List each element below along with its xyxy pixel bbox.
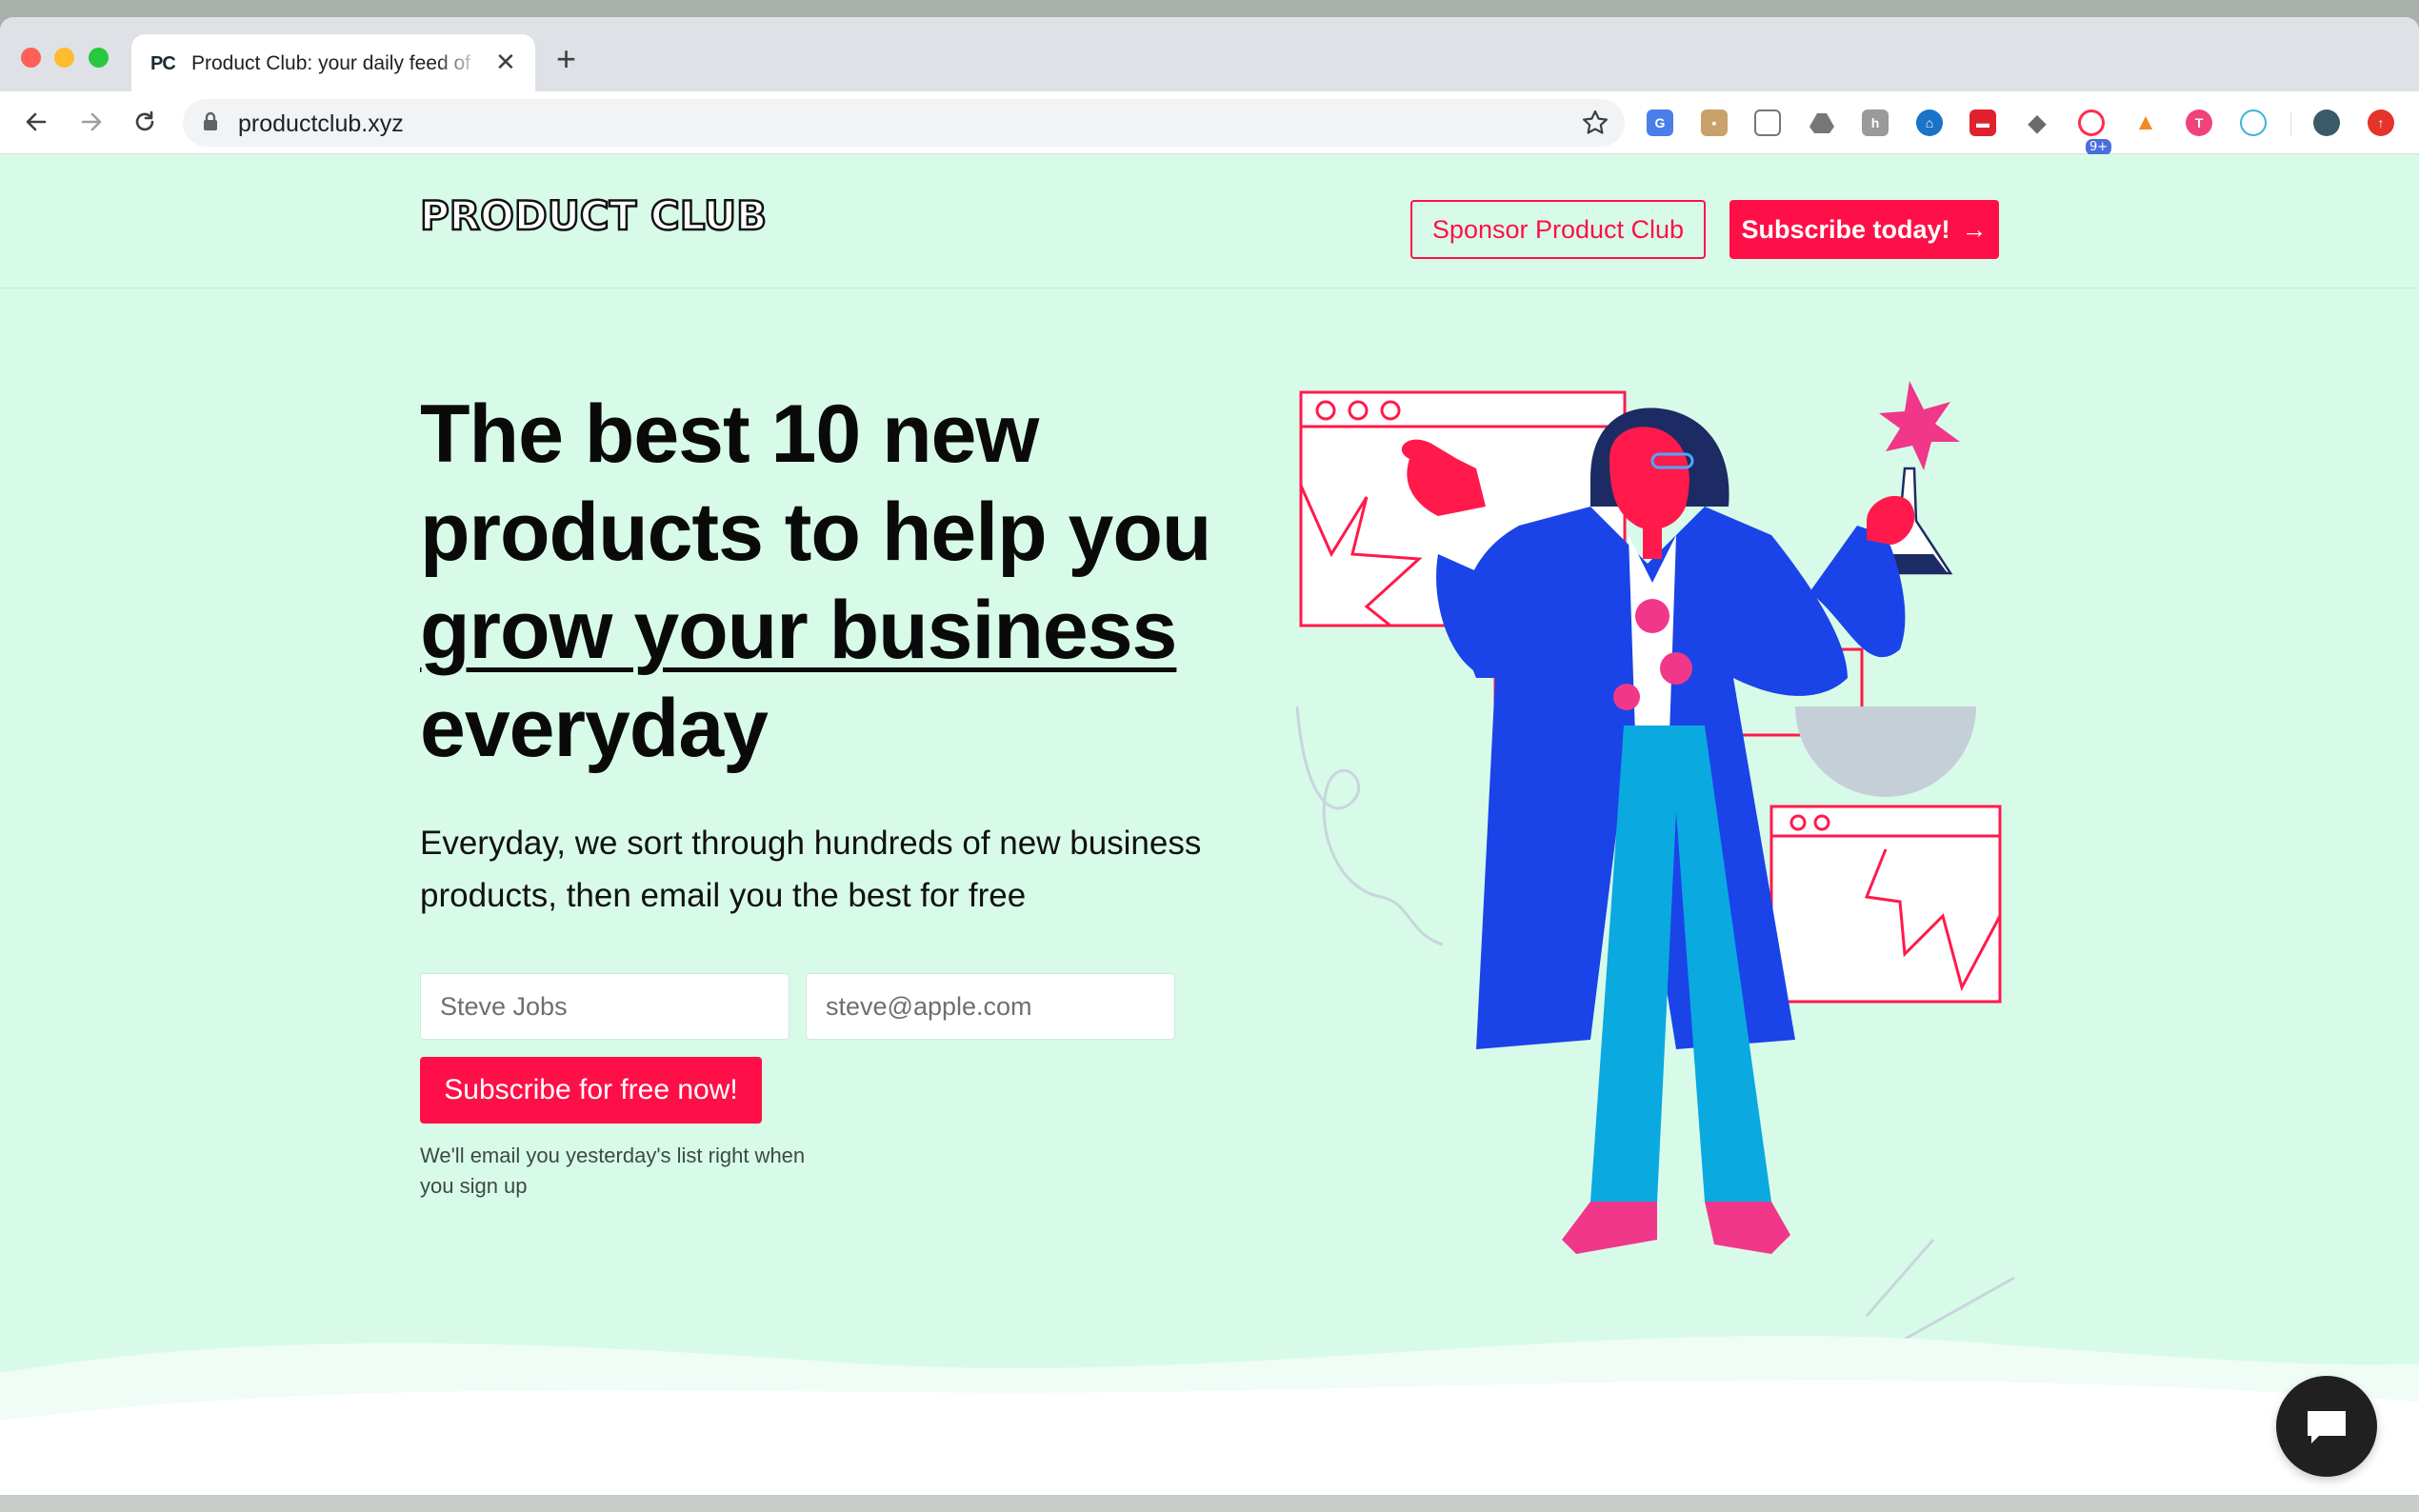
back-icon[interactable] [19,105,53,139]
puzzle-extension-icon[interactable]: ◆ [2024,109,2050,136]
toolbox-extension-icon[interactable]: ▬ [1969,109,1996,136]
metamask-extension-icon[interactable]: ▲ [2132,109,2159,136]
h-extension-icon[interactable]: h [1862,109,1889,136]
hero-subtitle: Everyday, we sort through hundreds of ne… [420,825,1202,914]
new-tab-button[interactable]: + [556,42,576,76]
subscribe-today-label: Subscribe today! [1741,214,1950,244]
signup-note: We'll email you yesterday's list right w… [420,1144,806,1198]
cookie-extension-icon[interactable] [2078,109,2105,136]
url-text[interactable]: productclub.xyz [238,110,404,138]
star-icon[interactable] [1581,109,1609,142]
browser-toolbar: productclub.xyz G ▪ h ⌂ ▬ ◆ 9+ ▲ T ↑ [0,91,2419,155]
site-logo[interactable]: PRODUCT CLUB [419,191,769,241]
update-icon[interactable]: ↑ [2368,109,2394,136]
document-extension-icon[interactable] [1754,109,1781,136]
bottom-wave [0,1336,2419,1495]
favicon-icon: PC [150,53,176,74]
honey-extension-icon[interactable]: ▪ [1701,109,1728,136]
profile-avatar[interactable] [2313,109,2340,136]
hero-title-underlined: grow your business [420,585,1177,676]
chat-icon[interactable] [2276,1376,2377,1477]
toolbar-separator [2290,112,2291,135]
bank-extension-icon[interactable]: ⌂ [1916,109,1943,136]
site-header: PRODUCT CLUB Sponsor Product Club Subscr… [0,154,2419,288]
tab-close-icon[interactable]: ✕ [495,50,516,74]
subscribe-today-button[interactable]: Subscribe today! → [1729,200,1999,259]
desktop-strip [0,1495,2419,1512]
extension-badge: 9+ [2086,139,2112,155]
subscribe-free-button[interactable]: Subscribe for free now! [420,1057,762,1124]
name-input[interactable]: Steve Jobs [420,973,790,1040]
hero-title: The best 10 new products to help you gro… [420,386,1220,778]
sponsor-button[interactable]: Sponsor Product Club [1410,200,1706,259]
hero-title-part-4: everyday [420,683,769,774]
react-extension-icon[interactable] [2240,109,2267,136]
email-input[interactable]: steve@apple.com [806,973,1175,1040]
drive-extension-icon[interactable] [1809,109,1835,136]
reload-icon[interactable] [128,105,162,139]
tab-title-fade [436,44,493,82]
lock-icon [202,111,219,137]
maximize-window-button[interactable] [89,48,109,68]
hero-illustration [1295,381,2015,1346]
browser-tab[interactable]: PC Product Club: your daily feed of ✕ [131,34,535,91]
browser-window: PC Product Club: your daily feed of ✕ + … [0,17,2419,1495]
address-bar[interactable]: productclub.xyz [183,99,1625,147]
minimize-window-button[interactable] [54,48,74,68]
t-extension-icon[interactable]: T [2186,109,2212,136]
translate-extension-icon[interactable]: G [1647,109,1673,136]
hero-title-part-1: The best [420,388,771,480]
arrow-right-icon: → [1961,214,1988,244]
webpage: PRODUCT CLUB Sponsor Product Club Subscr… [0,154,2419,1495]
forward-icon[interactable] [74,105,109,139]
tab-strip: PC Product Club: your daily feed of ✕ + [0,17,2419,91]
close-window-button[interactable] [21,48,41,68]
